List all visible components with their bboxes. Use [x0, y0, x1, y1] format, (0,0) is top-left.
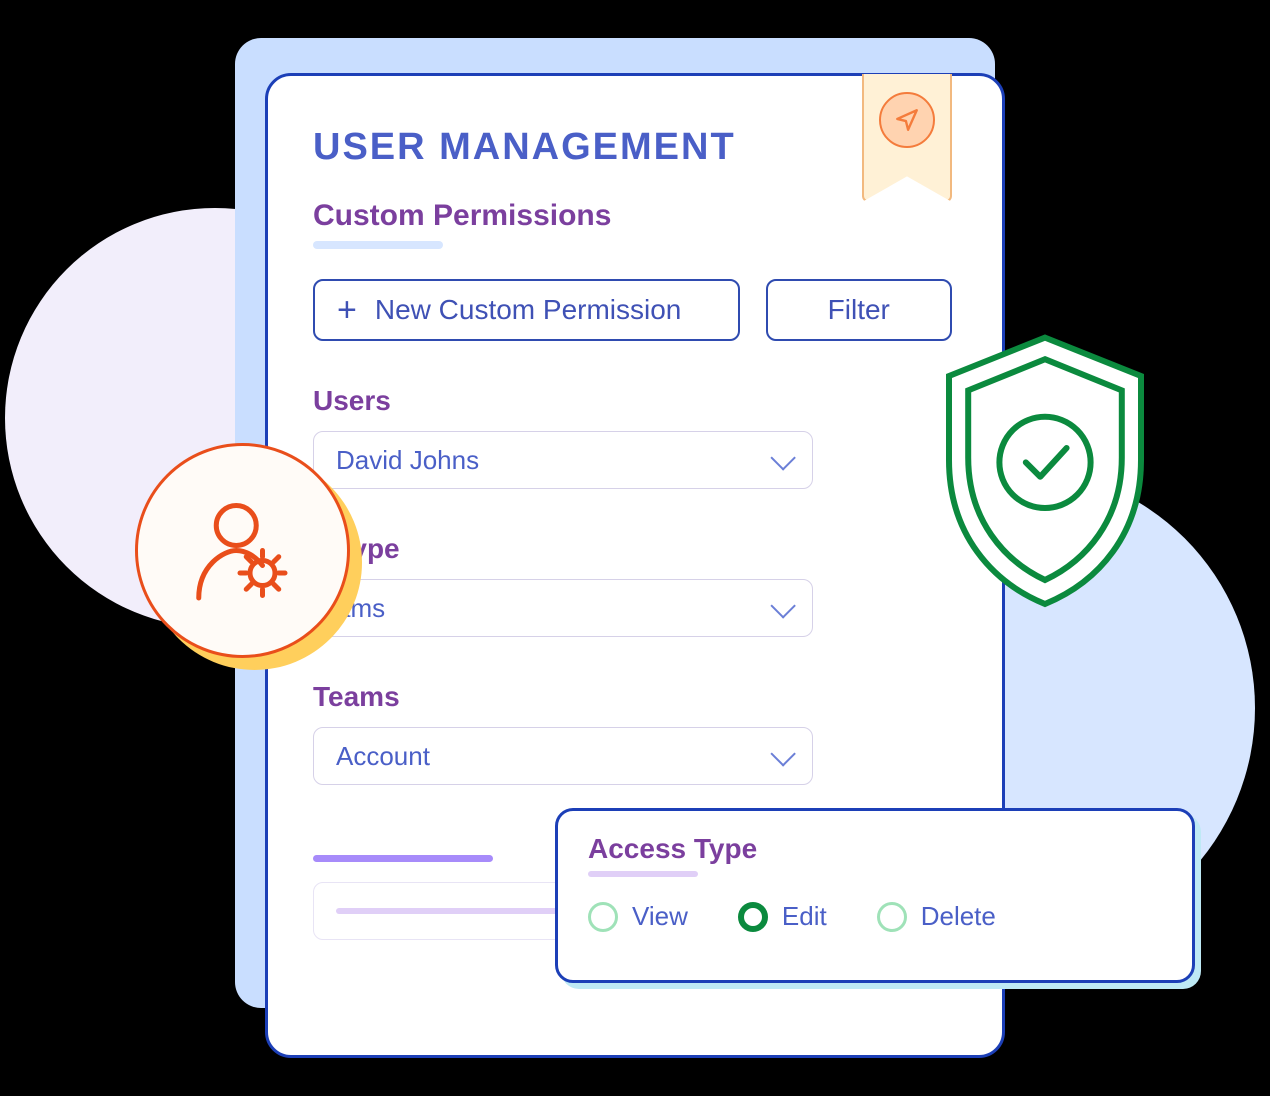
page-title: USER MANAGEMENT [313, 126, 952, 169]
chevron-down-icon [770, 445, 795, 470]
bookmark-ribbon [862, 74, 952, 202]
plus-icon: + [337, 293, 357, 327]
by-type-label: y Type [313, 533, 952, 565]
new-custom-permission-button[interactable]: + New Custom Permission [313, 279, 740, 341]
access-option-label: View [632, 901, 688, 932]
send-icon [879, 92, 935, 148]
teams-value: Account [336, 741, 430, 772]
radio-icon [738, 902, 768, 932]
access-option-label: Edit [782, 901, 827, 932]
access-option-view[interactable]: View [588, 901, 688, 932]
filter-label: Filter [828, 294, 890, 326]
teams-select[interactable]: Account [313, 727, 813, 785]
access-option-delete[interactable]: Delete [877, 901, 996, 932]
access-type-panel: Access Type View Edit Delete [555, 808, 1195, 983]
access-option-edit[interactable]: Edit [738, 901, 827, 932]
new-permission-label: New Custom Permission [375, 294, 682, 326]
by-type-select[interactable]: ams [313, 579, 813, 637]
access-option-label: Delete [921, 901, 996, 932]
chevron-down-icon [770, 741, 795, 766]
access-type-heading: Access Type [588, 833, 1162, 865]
heading-underline [588, 871, 698, 877]
chevron-down-icon [770, 593, 795, 618]
radio-icon [877, 902, 907, 932]
radio-icon [588, 902, 618, 932]
users-select[interactable]: David Johns [313, 431, 813, 489]
custom-permissions-heading: Custom Permissions [313, 199, 952, 233]
users-value: David Johns [336, 445, 479, 476]
heading-underline [313, 241, 443, 249]
users-label: Users [313, 385, 952, 417]
user-settings-badge [135, 443, 350, 658]
placeholder-label [313, 855, 493, 862]
shield-check-icon [925, 328, 1165, 621]
teams-label: Teams [313, 681, 952, 713]
user-gear-icon [180, 488, 305, 613]
